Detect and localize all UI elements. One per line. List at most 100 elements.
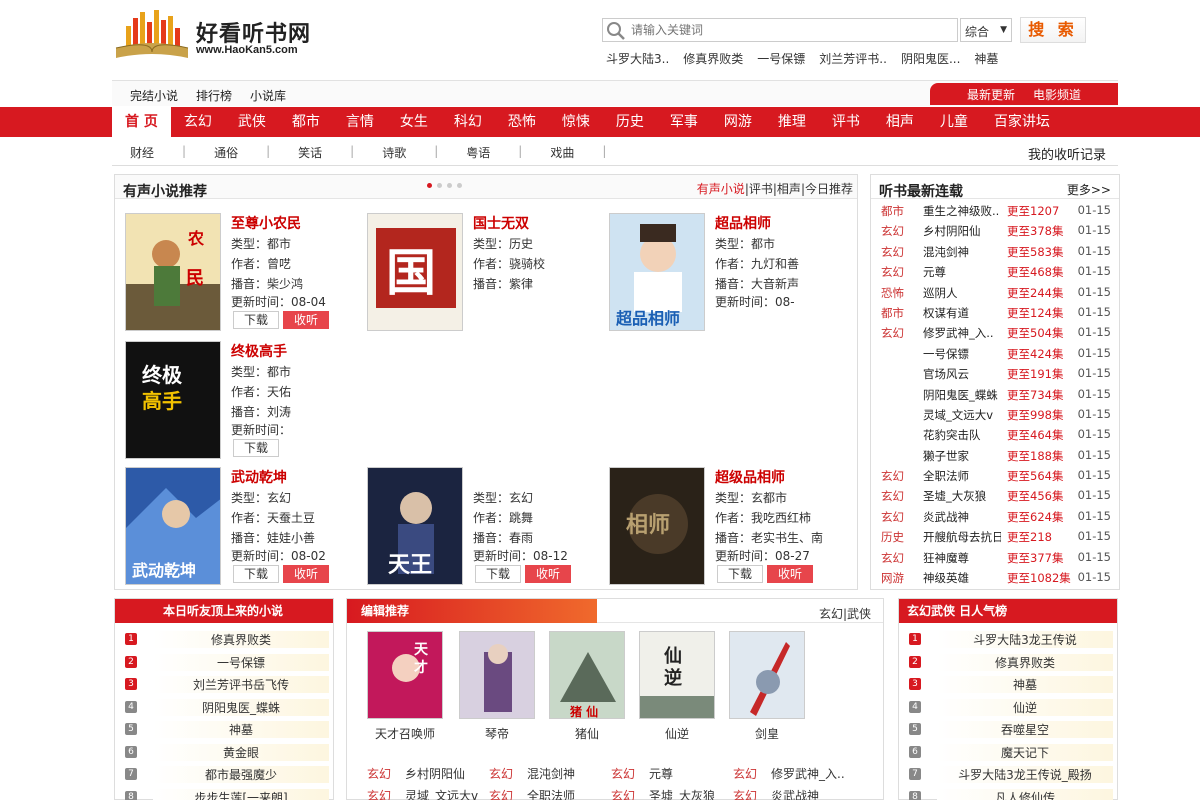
book-title[interactable]: 超级品相师 [715,467,785,487]
row-title[interactable]: 炎武战神 [923,509,1001,525]
nav-item[interactable]: 儿童 [927,107,981,137]
latest-row[interactable]: 一号保镖 更至424集 01-15 [879,346,1115,366]
hot-word[interactable]: 斗罗大陆3.. [606,50,669,67]
book-title[interactable]: 武动乾坤 [231,467,287,487]
row-title[interactable]: 元尊 [649,765,673,782]
listen-button[interactable]: 收听 [525,565,571,583]
latest-row[interactable]: 花豹突击队 更至464集 01-15 [879,427,1115,447]
rank-name[interactable]: 魔天记下 [937,743,1113,761]
nav-item[interactable]: 恐怖 [495,107,549,137]
rank-row[interactable]: 4 阴阳鬼医_蝶蛛 [123,697,329,720]
row-update[interactable]: 更至378集 [1007,223,1063,239]
nav-item[interactable]: 网游 [711,107,765,137]
carousel-dot[interactable] [427,183,432,188]
tab-today[interactable]: 今日推荐 [805,182,853,196]
rank-row[interactable]: 3 神墓 [907,674,1113,697]
latest-row[interactable]: 官场风云 更至191集 01-15 [879,366,1115,386]
listen-button[interactable]: 收听 [283,565,329,583]
more-link[interactable]: 更多>> [1067,181,1111,198]
rank-name[interactable]: 吞噬星空 [937,721,1113,738]
row-category[interactable]: 玄幻 [881,488,904,504]
site-url[interactable]: www.HaoKan5.com [196,44,298,56]
row-category[interactable]: 玄幻 [881,223,904,239]
row-title[interactable]: 修罗武神_入.. [771,765,845,782]
link-ranking[interactable]: 排行榜 [196,87,232,104]
row-category[interactable]: 玄幻 [733,787,757,800]
book-cover[interactable]: 国 [367,213,463,331]
row-category[interactable]: 玄幻 [489,765,513,782]
rank-name[interactable]: 凡人修仙传 [937,788,1113,800]
book-cover[interactable] [729,631,805,719]
nav-item[interactable]: 百家讲坛 [981,107,1063,137]
subnav-item[interactable]: 笑话 [298,144,322,161]
latest-row[interactable]: 都市 重生之神级败.. 更至1207 01-15 [879,203,1115,223]
row-title[interactable]: 乡村阴阳仙 [405,765,465,782]
row-category[interactable]: 玄幻 [881,244,904,260]
search-button[interactable]: 搜 索 [1020,17,1086,43]
book-name[interactable]: 猪仙 [549,725,625,742]
book-cover[interactable]: 农民 [125,213,221,331]
book-name[interactable]: 天才召唤师 [367,725,443,742]
row-title[interactable]: 元尊 [923,264,1001,280]
row-category[interactable]: 玄幻 [881,468,904,484]
latest-row[interactable]: 玄幻 修罗武神_入.. 更至504集 01-15 [879,325,1115,345]
nav-item[interactable]: 惊悚 [549,107,603,137]
row-title[interactable]: 混沌剑神 [923,244,1001,260]
row-title[interactable]: 灵域_文远大v [405,787,478,800]
row-update[interactable]: 更至244集 [1007,285,1063,301]
row-update[interactable]: 更至564集 [1007,468,1063,484]
row-update[interactable]: 更至218 [1007,529,1052,545]
book-cover[interactable]: 天王 [367,467,463,585]
latest-row[interactable]: 玄幻 狂神魔尊 更至377集 01-15 [879,550,1115,570]
subnav-item[interactable]: 通俗 [214,144,238,161]
editor-pick-item[interactable]: 仙逆 仙逆 [639,631,715,742]
row-update[interactable]: 更至191集 [1007,366,1063,382]
latest-row[interactable]: 历史 开艘航母去抗日 更至218 01-15 [879,529,1115,549]
editor-pick-item[interactable]: 猪 仙 猪仙 [549,631,625,742]
link-latest-updates[interactable]: 最新更新 [967,86,1015,103]
row-title[interactable]: 开艘航母去抗日 [923,529,1001,545]
row-title[interactable]: 权谋有道 [923,305,1001,321]
latest-row[interactable]: 恐怖 巡阴人 更至244集 01-15 [879,285,1115,305]
nav-item[interactable]: 言情 [333,107,387,137]
download-button[interactable]: 下载 [233,565,279,583]
link-novel-library[interactable]: 小说库 [250,87,286,104]
listen-button[interactable]: 收听 [283,311,329,329]
nav-item[interactable]: 推理 [765,107,819,137]
row-update[interactable]: 更至468集 [1007,264,1063,280]
rank-name[interactable]: 斗罗大陆3龙王传说 [937,631,1113,648]
latest-row[interactable]: 都市 权谋有道 更至124集 01-15 [879,305,1115,325]
book-name[interactable]: 琴帝 [459,725,535,742]
carousel-dot[interactable] [447,183,452,188]
nav-item[interactable]: 武侠 [225,107,279,137]
rank-name[interactable]: 阴阳鬼医_蝶蛛 [153,698,329,716]
latest-row[interactable]: 玄幻 乡村阴阳仙 更至378集 01-15 [879,223,1115,243]
rank-name[interactable]: 刘兰芳评书岳飞传 [153,676,329,693]
row-title[interactable]: 炎武战神 [771,787,819,800]
rank-row[interactable]: 4 仙逆 [907,697,1113,720]
download-button[interactable]: 下载 [233,311,279,329]
row-title[interactable]: 灵域_文远大v [923,407,1001,423]
carousel-dot[interactable] [437,183,442,188]
row-category[interactable]: 都市 [881,203,904,219]
rank-name[interactable]: 一号保镖 [153,653,329,671]
rank-row[interactable]: 7 都市最强魔少 [123,764,329,787]
latest-row[interactable]: 玄幻 全职法师 更至564集 01-15 [879,468,1115,488]
row-title[interactable]: 混沌剑神 [527,765,575,782]
rank-row[interactable]: 1 斗罗大陆3龙王传说 [907,629,1113,652]
row-update[interactable]: 更至504集 [1007,325,1063,341]
book-cover[interactable] [459,631,535,719]
row-update[interactable]: 更至1207 [1007,203,1059,219]
rank-row[interactable]: 8 步步生莲[一来朗] [123,787,329,800]
row-category[interactable]: 玄幻 [881,509,904,525]
rank-row[interactable]: 6 黄金眼 [123,742,329,765]
rank-row[interactable]: 6 魔天记下 [907,742,1113,765]
rank-row[interactable]: 3 刘兰芳评书岳飞传 [123,674,329,697]
listen-button[interactable]: 收听 [767,565,813,583]
row-title[interactable]: 阴阳鬼医_蝶蛛 [923,387,1001,403]
rank-row[interactable]: 2 修真界败类 [907,652,1113,675]
subnav-item[interactable]: 财经 [130,144,154,161]
row-update[interactable]: 更至624集 [1007,509,1063,525]
latest-row[interactable]: 灵域_文远大v 更至998集 01-15 [879,407,1115,427]
row-update[interactable]: 更至998集 [1007,407,1063,423]
